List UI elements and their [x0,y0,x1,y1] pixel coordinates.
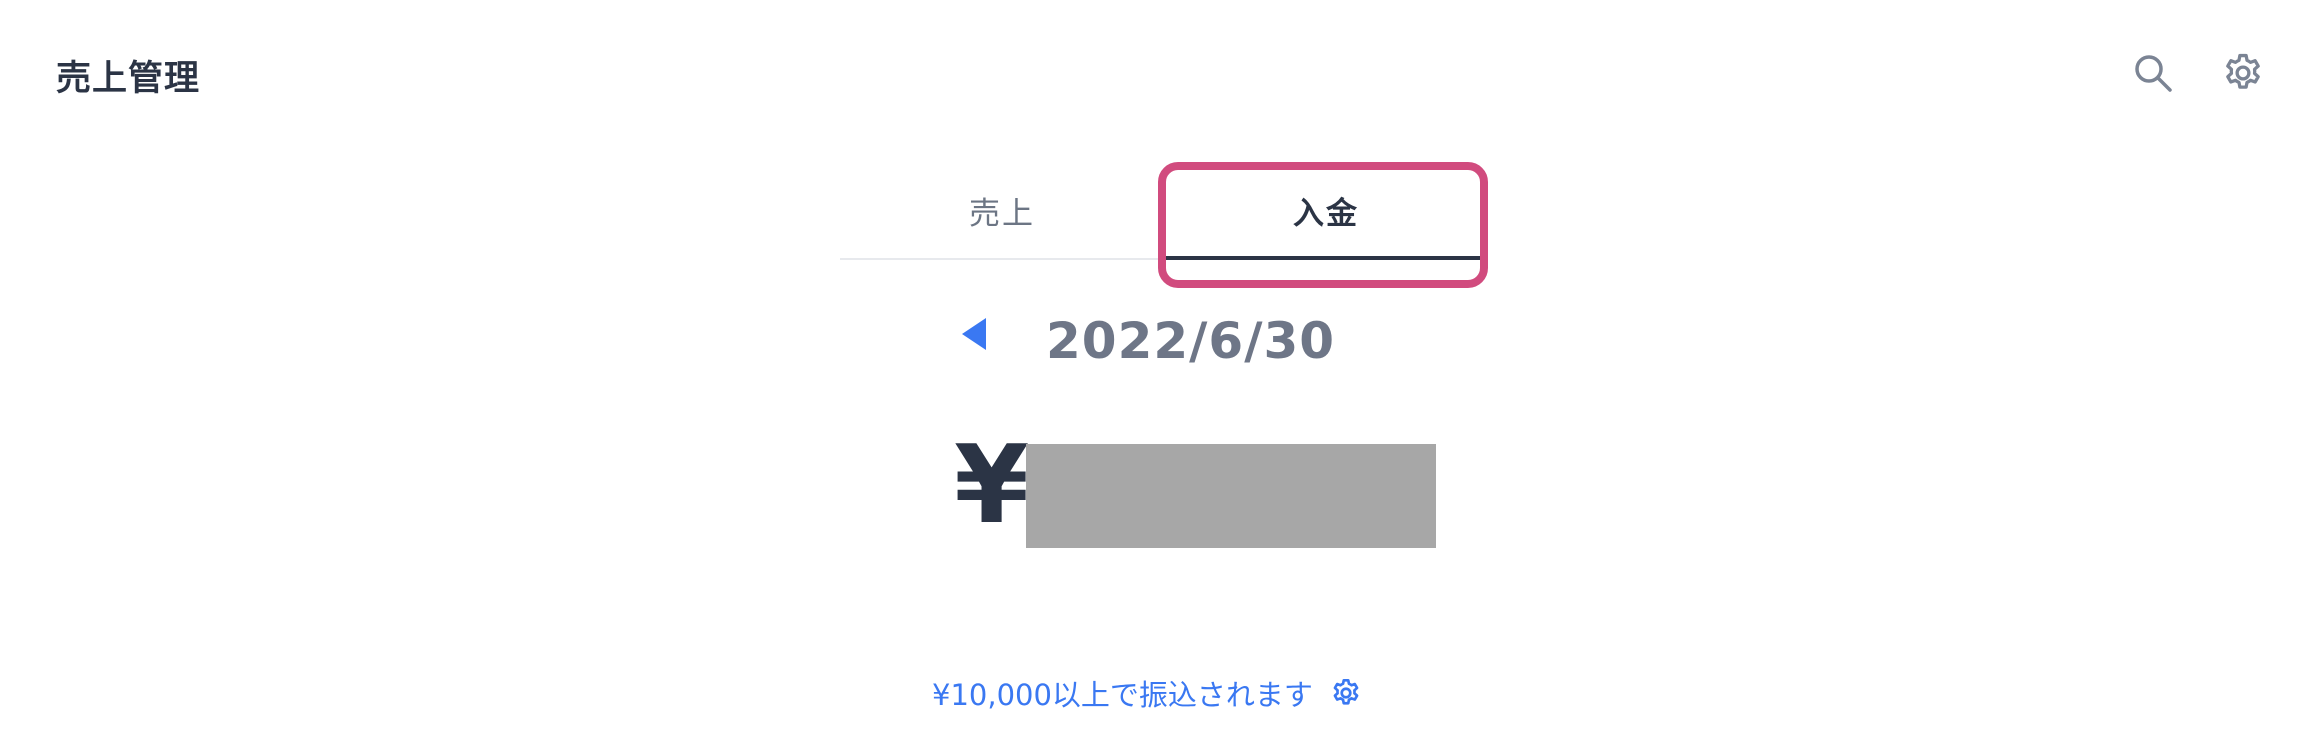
search-icon[interactable] [2128,48,2178,98]
transfer-threshold-link[interactable]: ¥10,000以上で振込されます [932,672,1363,714]
page-title: 売上管理 [56,59,201,99]
tab-sales[interactable]: 売上 [840,162,1164,258]
threshold-text: ¥10,000以上で振込されます [932,678,1313,712]
currency-symbol: ¥ [954,423,1030,548]
date-label: 2022/6/30 [1046,312,1336,370]
active-tab-indicator [1164,256,1488,260]
gear-icon [1329,676,1363,710]
settings-gear-icon[interactable] [2218,48,2268,98]
amount-redacted [1026,444,1436,548]
triangle-left-icon[interactable] [962,318,986,350]
tab-bar: 売上 入金 [840,162,1488,260]
tab-payment[interactable]: 入金 [1164,162,1488,258]
